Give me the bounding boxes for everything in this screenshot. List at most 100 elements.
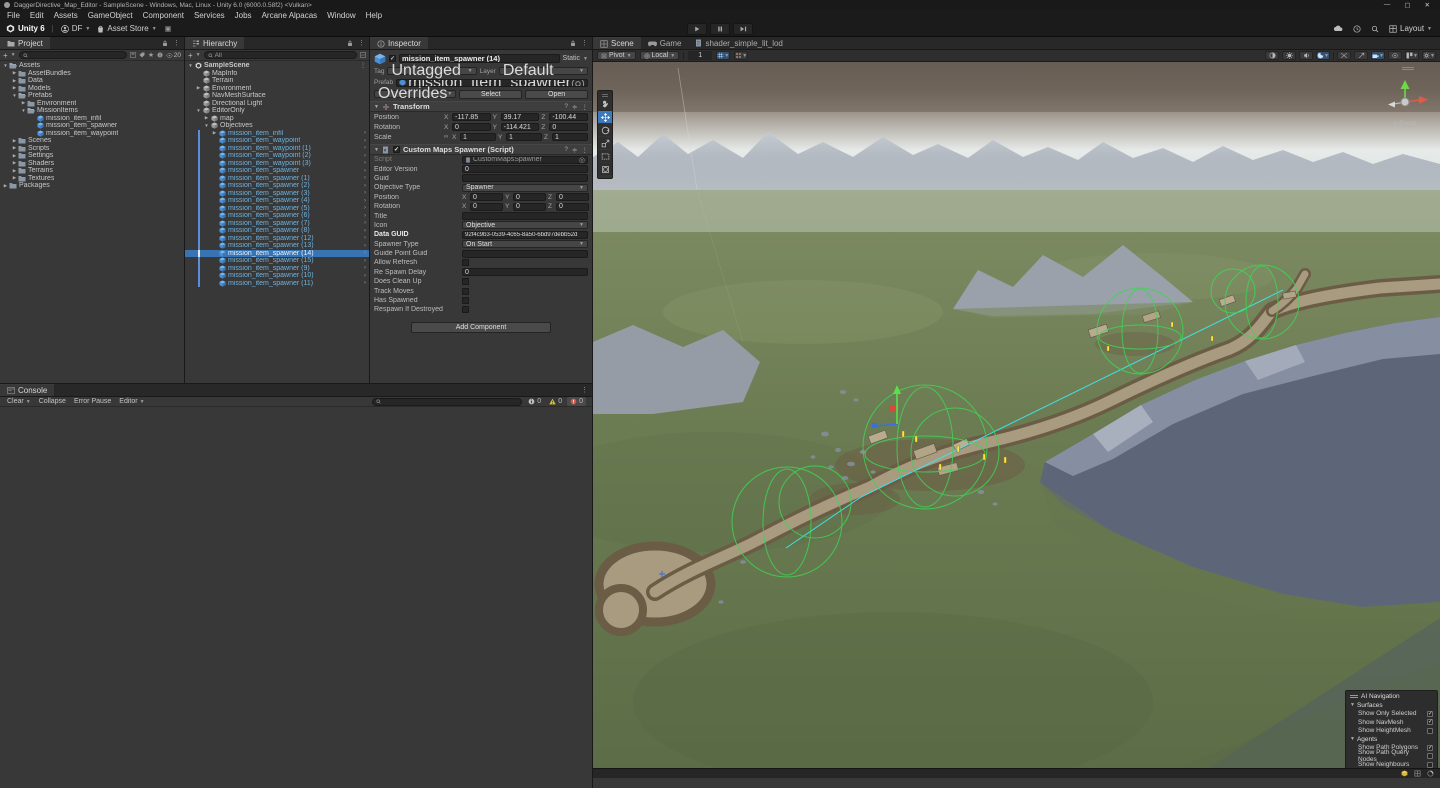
foldout-closed-icon[interactable]: ▶ <box>195 85 202 91</box>
prefab-open-chevron-icon[interactable]: › <box>364 258 369 264</box>
overrides-dropdown[interactable]: Overrides▼ <box>374 90 456 98</box>
rotation-y-field[interactable]: 0 <box>513 203 546 211</box>
overlays-menu-icon[interactable]: ▼ <box>1405 51 1419 60</box>
prefab-open-chevron-icon[interactable]: › <box>364 250 369 256</box>
rotate-tool[interactable] <box>598 124 612 136</box>
transform-rotation-x-field[interactable]: 0 <box>452 123 491 131</box>
icon-dropdown[interactable]: Objective▼ <box>462 221 588 229</box>
foldout-closed-icon[interactable]: ▶ <box>20 100 27 106</box>
hierarchy-item[interactable]: mission_item_spawner (5)› <box>185 205 369 213</box>
hierarchy-item[interactable]: mission_item_spawner (9)› <box>185 265 369 273</box>
view-hand-tool[interactable] <box>598 98 612 110</box>
project-tree-item[interactable]: mission_item_spawner <box>0 122 184 130</box>
prefab-open-chevron-icon[interactable]: › <box>364 138 369 144</box>
script-enabled-checkbox[interactable]: ✓ <box>393 146 400 153</box>
foldout-closed-icon[interactable]: ▶ <box>11 145 18 151</box>
foldout-open-icon[interactable]: ▼ <box>2 63 9 68</box>
menu-item-file[interactable]: File <box>2 11 25 20</box>
overlay-drag-handle[interactable] <box>598 93 612 97</box>
prefab-open-chevron-icon[interactable]: › <box>364 220 369 226</box>
checkbox[interactable] <box>1427 753 1433 759</box>
position-z-field[interactable]: 0 <box>556 193 589 201</box>
menu-item-window[interactable]: Window <box>322 11 360 20</box>
minimize-button[interactable]: — <box>1384 1 1391 9</box>
foldout-closed-icon[interactable]: ▶ <box>11 78 18 84</box>
menu-item-services[interactable]: Services <box>189 11 230 20</box>
background-activity-icon[interactable] <box>1427 770 1434 777</box>
maximize-button[interactable]: ▢ <box>1404 1 1410 9</box>
scale-tool[interactable] <box>598 137 612 149</box>
prefab-open-chevron-icon[interactable]: › <box>364 153 369 159</box>
tab-game[interactable]: Game <box>641 37 689 49</box>
checkbox[interactable]: ✓ <box>1427 745 1433 751</box>
hierarchy-item[interactable]: mission_item_spawner (11)› <box>185 280 369 288</box>
prefab-open-chevron-icon[interactable]: › <box>364 183 369 189</box>
hierarchy-item[interactable]: Directional Light <box>185 100 369 108</box>
respawn-if-destroyed-checkbox[interactable] <box>462 306 469 313</box>
component-menu-icon[interactable]: ⋮ <box>582 146 589 154</box>
gizmo-visibility-icon[interactable] <box>1354 51 1368 60</box>
hierarchy-item[interactable]: mission_item_spawner (4)› <box>185 197 369 205</box>
shading-mode-icon[interactable] <box>1265 51 1279 60</box>
menu-item-gameobject[interactable]: GameObject <box>83 11 138 20</box>
transform-header[interactable]: ▼ Transform ?≑⋮ <box>370 101 592 112</box>
guide-point-guid-field[interactable] <box>462 250 588 258</box>
project-tree-item[interactable]: ▶Scenes <box>0 137 184 145</box>
hierarchy-item[interactable]: ▶Environment <box>185 85 369 93</box>
presets-icon[interactable]: ≑ <box>572 146 577 154</box>
transform-scale-y-field[interactable]: 1 <box>506 133 542 141</box>
ai-nav-option[interactable]: Show HeightMesh <box>1346 727 1437 736</box>
transform-position-y-field[interactable]: 39.17 <box>501 113 540 121</box>
prefab-open-chevron-icon[interactable]: › <box>364 228 369 234</box>
checkbox[interactable] <box>1427 728 1433 734</box>
hierarchy-item[interactable]: ▶map <box>185 115 369 123</box>
foldout-closed-icon[interactable]: ▶ <box>203 115 210 121</box>
create-asset-button[interactable]: + <box>3 51 8 60</box>
prefab-open-chevron-icon[interactable]: › <box>364 145 369 151</box>
menu-item-help[interactable]: Help <box>361 11 387 20</box>
title-field[interactable] <box>462 212 588 220</box>
project-search-input[interactable] <box>19 51 127 59</box>
console-clear-button[interactable]: Clear▼ <box>3 397 35 406</box>
ai-nav-option[interactable]: Show Only Selected✓ <box>1346 710 1437 719</box>
guid-field[interactable] <box>462 174 588 182</box>
hierarchy-item[interactable]: mission_item_spawner (1)› <box>185 175 369 183</box>
menu-item-edit[interactable]: Edit <box>25 11 49 20</box>
2d-mode-icon[interactable] <box>1337 51 1351 60</box>
tab-inspector[interactable]: Inspector <box>370 37 428 49</box>
panel-menu-icon[interactable]: ⋮ <box>358 39 365 47</box>
asset-store-button[interactable]: Asset Store▼ <box>97 24 156 33</box>
hierarchy-item[interactable]: mission_item_spawner (12)› <box>185 235 369 243</box>
foldout-closed-icon[interactable]: ▶ <box>11 138 18 144</box>
foldout-closed-icon[interactable]: ▶ <box>11 153 18 159</box>
transform-scale-x-field[interactable]: 1 <box>460 133 496 141</box>
active-checkbox[interactable]: ✓ <box>389 55 396 62</box>
hierarchy-item[interactable]: Terrain <box>185 77 369 85</box>
prefab-open-chevron-icon[interactable]: › <box>364 213 369 219</box>
move-tool[interactable] <box>598 111 612 123</box>
prefab-open-chevron-icon[interactable]: › <box>364 205 369 211</box>
project-tree-item[interactable]: mission_item_waypoint <box>0 130 184 138</box>
hierarchy-item[interactable]: mission_item_spawner (6)› <box>185 212 369 220</box>
add-component-button[interactable]: Add Component <box>411 322 551 333</box>
hierarchy-item[interactable]: NavMeshSurface <box>185 92 369 100</box>
lock-icon[interactable] <box>570 40 576 47</box>
info-count-badge[interactable]: 0 <box>525 397 544 406</box>
panel-menu-icon[interactable]: ⋮ <box>173 39 180 47</box>
foldout-closed-icon[interactable]: ▶ <box>2 183 9 189</box>
hierarchy-item[interactable]: ▼Objectives <box>185 122 369 130</box>
tab-console[interactable]: Console <box>0 384 54 396</box>
create-object-caret[interactable]: ▼ <box>196 52 201 58</box>
tab-project[interactable]: Project <box>0 37 50 49</box>
project-tree-item[interactable]: ▶Packages <box>0 182 184 190</box>
scale-link-icon[interactable]: ∞ <box>444 134 452 140</box>
editor-version-field[interactable]: 0 <box>462 165 588 173</box>
layout-dropdown[interactable]: Layout▼ <box>1389 24 1432 33</box>
checkbox[interactable] <box>1427 762 1433 768</box>
foldout-closed-icon[interactable]: ▶ <box>11 175 18 181</box>
search-by-type-icon[interactable] <box>130 52 136 58</box>
pause-button[interactable] <box>710 23 730 35</box>
prefab-open-chevron-icon[interactable]: › <box>364 168 369 174</box>
prefab-open-chevron-icon[interactable]: › <box>364 130 369 136</box>
tab-scene[interactable]: Scene <box>593 37 641 49</box>
